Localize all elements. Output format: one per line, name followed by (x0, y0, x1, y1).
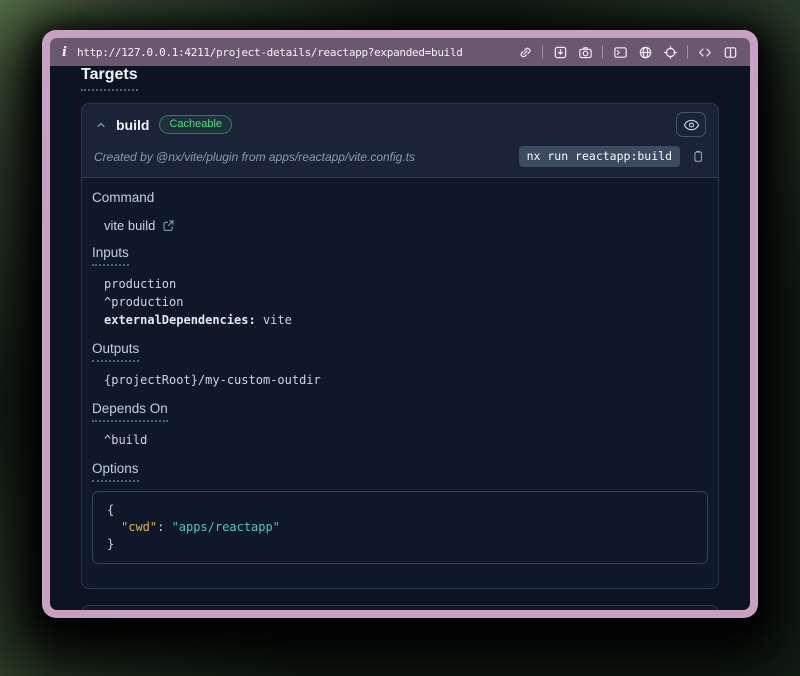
input-item-external-deps: externalDependencies: vite (92, 311, 708, 329)
outputs-list: {projectRoot}/my-custom-outdir (92, 371, 708, 389)
depends-on-list: ^build (92, 431, 708, 449)
toolbar-separator (602, 45, 603, 59)
build-target-card: build Cacheable Created by @nx/vite/plug… (81, 103, 719, 589)
serve-target-card: serve vite serve (81, 605, 719, 610)
link-icon[interactable] (517, 44, 533, 60)
address-bar[interactable]: http://127.0.0.1:4211/project-details/re… (77, 46, 463, 59)
inputs-section-label: Inputs (92, 245, 708, 266)
build-card-toggle[interactable]: build Cacheable (94, 112, 706, 137)
depends-on-section-label: Depends On (92, 401, 708, 422)
browser-window: i http://127.0.0.1:4211/project-details/… (42, 30, 758, 618)
split-view-icon[interactable] (722, 44, 738, 60)
options-section-label: Options (92, 461, 708, 482)
build-card-body: Command vite build Inputs production (82, 178, 718, 588)
created-by-text: Created by @nx/vite/plugin from apps/rea… (94, 150, 415, 164)
code-icon[interactable] (697, 44, 713, 60)
view-target-button[interactable] (676, 112, 706, 137)
command-value: vite build (104, 218, 155, 233)
json-key: "cwd" (121, 520, 157, 534)
json-value: "apps/reactapp" (172, 520, 280, 534)
build-card-header: build Cacheable Created by @nx/vite/plug… (82, 104, 718, 178)
outputs-section-label: Outputs (92, 341, 708, 362)
crosshair-icon[interactable] (662, 44, 678, 60)
terminal-icon[interactable] (612, 44, 628, 60)
depends-on-item: ^build (92, 431, 708, 449)
output-item: {projectRoot}/my-custom-outdir (92, 371, 708, 389)
input-item: production (92, 275, 708, 293)
cacheable-badge: Cacheable (159, 115, 232, 134)
inputs-list: production ^production externalDependenc… (92, 275, 708, 329)
build-card-subheader: Created by @nx/vite/plugin from apps/rea… (94, 146, 706, 167)
project-details-page: Targets build Cacheable (50, 66, 750, 610)
globe-icon[interactable] (637, 44, 653, 60)
eye-icon (683, 118, 700, 132)
json-line: { (107, 502, 693, 519)
chevron-up-icon[interactable] (94, 118, 108, 132)
input-item: ^production (92, 293, 708, 311)
page-title: Targets (81, 66, 138, 91)
target-name: build (116, 117, 149, 133)
camera-icon[interactable] (577, 44, 593, 60)
json-line: } (107, 536, 693, 553)
import-box-icon[interactable] (552, 44, 568, 60)
toolbar-separator (687, 45, 688, 59)
toolbar-separator (542, 45, 543, 59)
json-line: "cwd": "apps/reactapp" (107, 519, 693, 536)
options-code-block: { "cwd": "apps/reactapp" } (92, 491, 708, 564)
info-icon: i (62, 45, 67, 60)
browser-toolbar: i http://127.0.0.1:4211/project-details/… (50, 38, 750, 66)
serve-card-toggle[interactable]: serve vite serve (82, 606, 718, 610)
run-command-chip: nx run reactapp:build (519, 146, 680, 167)
command-value-row: vite build (92, 218, 708, 233)
command-section-label: Command (92, 190, 708, 205)
external-link-icon[interactable] (162, 219, 176, 233)
copy-icon[interactable] (690, 149, 706, 165)
